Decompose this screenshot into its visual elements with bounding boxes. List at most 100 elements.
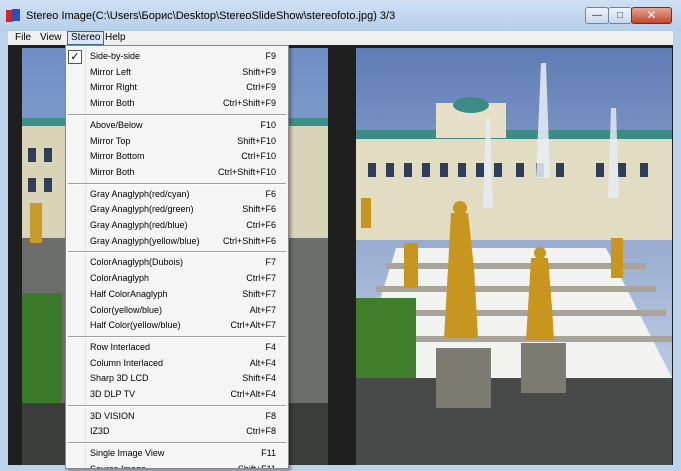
menu-item-label: Column Interlaced	[90, 357, 164, 368]
menu-separator	[68, 335, 286, 338]
checkmark-icon: ✓	[68, 50, 82, 64]
stereo-menu-item[interactable]: Single Image View F11	[66, 446, 288, 461]
stereo-menu-item[interactable]: Half Color(yellow/blue) Ctrl+Alt+F7	[66, 318, 288, 333]
menu-item-label: Above/Below	[90, 119, 143, 130]
menu-item-label: Gray Anaglyph(red/cyan)	[90, 188, 190, 199]
menu-item-shortcut: F6	[265, 188, 276, 199]
menu-item-shortcut: F10	[260, 119, 276, 130]
menu-item-shortcut: Ctrl+Alt+F7	[230, 320, 276, 331]
menu-item-label: Source Image	[90, 463, 147, 469]
menu-item-label: Side-by-side	[90, 51, 141, 61]
stereo-menu-item[interactable]: Mirror Bottom Ctrl+F10	[66, 149, 288, 164]
minimize-button[interactable]: —	[585, 7, 609, 24]
stereo-menu-item[interactable]: ColorAnaglyph Ctrl+F7	[66, 271, 288, 286]
window-controls: — □ ✕	[585, 7, 672, 25]
menu-item-label: Mirror Both	[90, 166, 135, 177]
menu-view[interactable]: View	[37, 32, 65, 44]
menu-item-label: 3D VISION	[90, 410, 135, 421]
menu-item-shortcut: Ctrl+F10	[241, 151, 276, 162]
minimize-icon: —	[592, 10, 602, 21]
menu-item-label: Row Interlaced	[90, 341, 151, 352]
stereo-menu-item[interactable]: 3D DLP TV Ctrl+Alt+F4	[66, 387, 288, 402]
menu-item-shortcut: F4	[265, 341, 276, 352]
menu-item-shortcut: Ctrl+F9	[246, 82, 276, 93]
stereo-menu-item[interactable]: Gray Anaglyph(red/blue) Ctrl+F6	[66, 218, 288, 233]
menu-separator	[68, 442, 286, 445]
menu-item-label: Sharp 3D LCD	[90, 373, 149, 384]
menu-item-label: Color(yellow/blue)	[90, 304, 163, 315]
menu-item-label: Half Color(yellow/blue)	[90, 320, 181, 331]
close-button[interactable]: ✕	[631, 7, 672, 24]
menu-stereo[interactable]: Stereo	[67, 31, 105, 45]
stereo-menu-item[interactable]: Color(yellow/blue) Alt+F7	[66, 303, 288, 318]
palace-photo-right	[356, 48, 672, 465]
menu-item-shortcut: Ctrl+F8	[246, 426, 276, 437]
menu-item-label: Half ColorAnaglyph	[90, 288, 168, 299]
menu-bar: File View Stereo Help	[8, 31, 673, 45]
menu-item-shortcut: Shift+F4	[242, 373, 276, 384]
maximize-icon: □	[616, 10, 624, 21]
menu-help[interactable]: Help	[102, 32, 129, 44]
stereo-menu-item[interactable]: Mirror Top Shift+F10	[66, 134, 288, 149]
menu-separator	[68, 113, 286, 116]
stereo-menu-item[interactable]: ✓ Side-by-side F9	[66, 49, 288, 64]
menu-file[interactable]: File	[12, 32, 34, 44]
menu-item-label: Gray Anaglyph(red/green)	[90, 204, 194, 215]
stereo-menu-item[interactable]: Row Interlaced F4	[66, 340, 288, 355]
stereo-menu-item[interactable]: Mirror Both Ctrl+Shift+F10	[66, 165, 288, 180]
stereo-app-icon[interactable]	[6, 9, 20, 23]
menu-item-shortcut: Ctrl+F6	[246, 220, 276, 230]
menu-item-label: Gray Anaglyph(red/blue)	[90, 220, 188, 230]
menu-item-label: Single Image View	[90, 448, 165, 459]
menu-item-shortcut: F7	[265, 257, 276, 268]
app-window: Stereo Image(C:\Users\Борис\Desktop\Ster…	[0, 0, 681, 471]
menu-item-shortcut: Ctrl+F7	[246, 273, 276, 284]
stereo-menu-item[interactable]: Gray Anaglyph(red/cyan) F6	[66, 187, 288, 202]
stereo-menu-item[interactable]: IZ3D Ctrl+F8	[66, 424, 288, 439]
menu-item-shortcut: Alt+F7	[249, 304, 276, 315]
menu-item-label: ColorAnaglyph(Dubois)	[90, 257, 184, 268]
stereo-menu-item[interactable]: Half ColorAnaglyph Shift+F7	[66, 287, 288, 302]
menu-item-label: Mirror Bottom	[90, 151, 145, 162]
menu-item-shortcut: Ctrl+Shift+F9	[222, 98, 276, 109]
stereo-menu-item[interactable]: Above/Below F10	[66, 118, 288, 133]
stereo-menu-item[interactable]: Gray Anaglyph(yellow/blue) Ctrl+Shift+F6	[66, 234, 288, 249]
menu-item-shortcut: Ctrl+Shift+F10	[217, 166, 276, 177]
menu-item-label: 3D DLP TV	[90, 389, 136, 399]
menu-item-label: ColorAnaglyph	[90, 273, 150, 284]
menu-item-shortcut: Ctrl+Shift+F6	[222, 235, 276, 246]
menu-item-shortcut: Alt+F4	[249, 357, 276, 368]
menu-item-label: Mirror Left	[90, 66, 132, 77]
maximize-button[interactable]: □	[608, 7, 632, 24]
stereo-menu-item[interactable]: Column Interlaced Alt+F4	[66, 356, 288, 371]
menu-separator	[68, 182, 286, 185]
menu-item-shortcut: Shift+F10	[237, 135, 276, 146]
stereo-menu-item[interactable]: ColorAnaglyph(Dubois) F7	[66, 255, 288, 270]
menu-item-shortcut: Ctrl+Alt+F4	[230, 389, 276, 399]
title-bar[interactable]: Stereo Image(C:\Users\Борис\Desktop\Ster…	[0, 0, 681, 31]
menu-item-label: Mirror Right	[90, 82, 138, 93]
stereo-menu-dropdown: ✓ Side-by-side F9 Mirror Left Shift+F9 Mirror…	[65, 45, 289, 469]
menu-item-label: Mirror Top	[90, 135, 131, 146]
stereo-menu-item[interactable]: Mirror Both Ctrl+Shift+F9	[66, 96, 288, 111]
menu-item-shortcut: F11	[261, 448, 276, 459]
window-title: Stereo Image(C:\Users\Борис\Desktop\Ster…	[26, 10, 396, 22]
stereo-menu-item[interactable]: Mirror Right Ctrl+F9	[66, 80, 288, 95]
menu-separator	[68, 404, 286, 407]
menu-item-shortcut: F9	[265, 51, 276, 61]
stereo-menu-item[interactable]: Sharp 3D LCD Shift+F4	[66, 371, 288, 386]
stereo-menu-item[interactable]: Gray Anaglyph(red/green) Shift+F6	[66, 202, 288, 217]
menu-item-shortcut: Shift+F6	[242, 204, 276, 215]
menu-item-label: Gray Anaglyph(yellow/blue)	[90, 235, 200, 246]
menu-item-label: Mirror Both	[90, 98, 135, 109]
menu-item-shortcut: F8	[265, 410, 276, 421]
menu-separator	[68, 251, 286, 254]
stereo-menu-item[interactable]: Mirror Left Shift+F9	[66, 65, 288, 80]
right-stereo-image	[356, 48, 672, 465]
stereo-menu-item[interactable]: 3D VISION F8	[66, 409, 288, 424]
close-icon: ✕	[646, 8, 657, 22]
menu-item-label: IZ3D	[90, 426, 110, 437]
menu-item-shortcut: Shift+F11	[237, 463, 276, 469]
stereo-menu-item[interactable]: Source Image Shift+F11	[66, 462, 288, 469]
menu-item-shortcut: Shift+F7	[242, 288, 276, 299]
